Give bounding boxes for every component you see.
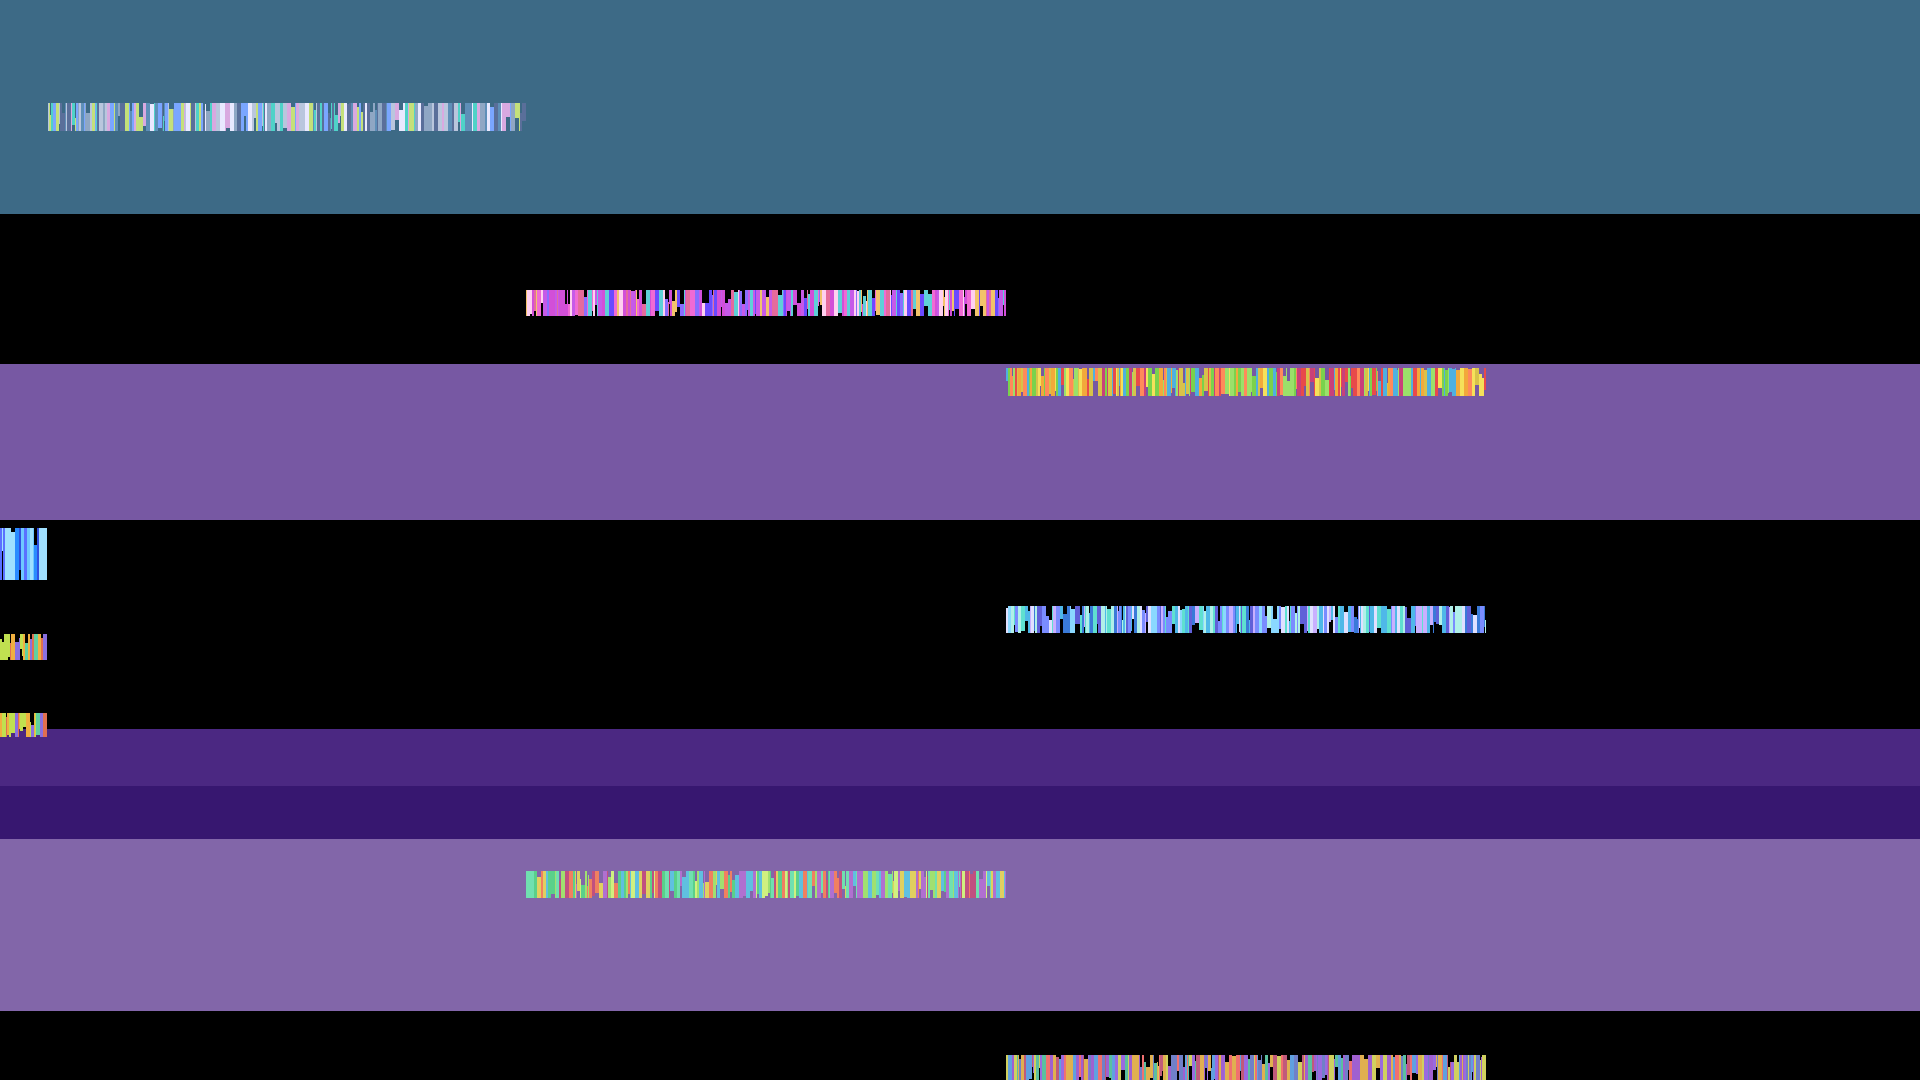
glitch-canvas	[0, 0, 1920, 1080]
black-band-middle	[0, 520, 1920, 729]
glitch-strip-small-blue	[0, 528, 47, 580]
glitch-strip-warm	[1006, 368, 1486, 396]
glitch-bar	[668, 302, 669, 316]
lavender-band	[0, 839, 1920, 1011]
glitch-strip-magenta	[526, 290, 1006, 316]
glitch-strip-small-warm-1	[0, 634, 47, 660]
violet-band	[0, 364, 1920, 520]
glitch-bar	[43, 528, 47, 580]
darker-purple-band	[0, 786, 1920, 839]
glitch-bar	[1482, 1055, 1486, 1080]
deep-purple-band	[0, 729, 1920, 786]
glitch-bar	[1485, 620, 1486, 633]
glitch-strip-small-warm-2	[0, 713, 47, 737]
glitch-bar	[1484, 368, 1486, 390]
glitch-strip-header	[48, 103, 526, 131]
glitch-strip-mixed	[1006, 1055, 1486, 1080]
glitch-bar	[1005, 871, 1006, 898]
glitch-bar	[522, 103, 526, 122]
glitch-bar	[1004, 290, 1006, 316]
glitch-strip-green	[526, 871, 1006, 898]
glitch-bar	[43, 713, 47, 737]
black-band-bottom	[0, 1011, 1920, 1080]
glitch-bar	[46, 634, 47, 660]
black-band-upper	[0, 214, 1920, 364]
glitch-strip-cool	[1006, 606, 1486, 633]
